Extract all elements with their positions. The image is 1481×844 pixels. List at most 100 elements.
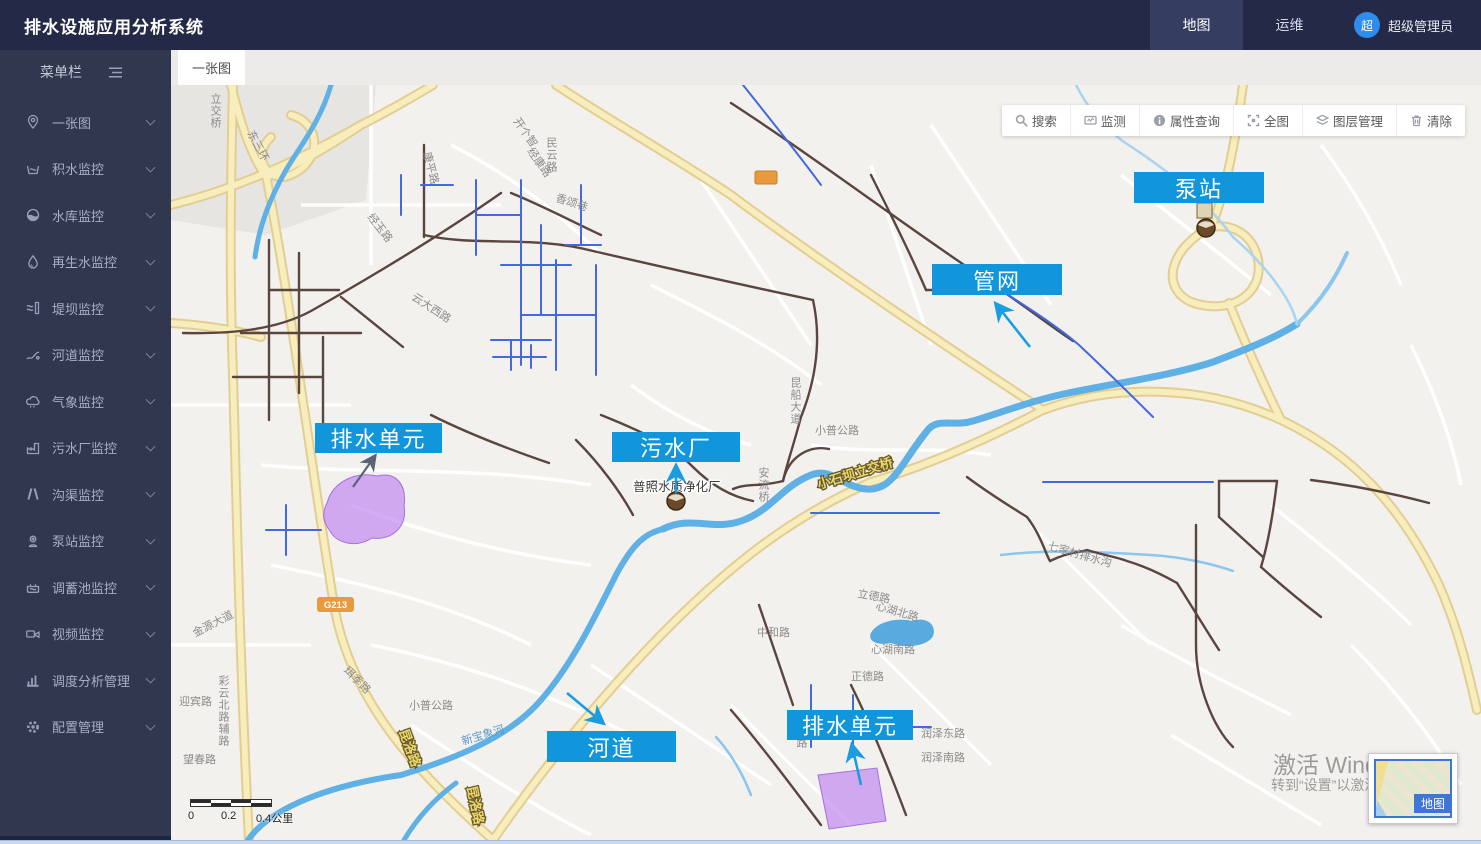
attribute-query-button[interactable]: 属性查询 (1139, 105, 1233, 136)
svg-text:小普公路: 小普公路 (815, 423, 859, 437)
chevron-down-icon (146, 488, 156, 498)
clear-icon (1410, 114, 1423, 127)
sidebar-item-river[interactable]: 河道监控 (0, 332, 171, 379)
sidebar-menu: 一张图 积水监控 水库监控 再生水监控 堤坝监控 河道监控 (0, 99, 171, 750)
svg-text:民云路: 民云路 (545, 137, 558, 173)
collapse-menu-icon[interactable] (108, 66, 123, 79)
bottom-strip (0, 840, 1481, 844)
avatar[interactable]: 超 (1354, 12, 1380, 38)
channel-icon (24, 486, 41, 503)
chevron-down-icon (146, 348, 156, 358)
svg-text:立交桥: 立交桥 (209, 92, 222, 129)
dam-icon (24, 300, 41, 317)
dispatch-analysis-icon (24, 672, 41, 689)
tab-one-map[interactable]: 一张图 (178, 50, 245, 85)
sidebar-item-channel[interactable]: 沟渠监控 (0, 471, 171, 518)
clear-button[interactable]: 清除 (1396, 105, 1465, 136)
user-menu[interactable]: 超 超级管理员 (1354, 12, 1453, 38)
sidebar-item-dam[interactable]: 堤坝监控 (0, 285, 171, 332)
chevron-down-icon (146, 720, 156, 730)
sidebar-item-reservoir[interactable]: 水库监控 (0, 192, 171, 239)
callout-drainage-unit-2[interactable]: 排水单元 (787, 710, 913, 740)
scale-tick-04: 0.4公里 (256, 810, 293, 826)
chevron-down-icon (146, 534, 156, 544)
chevron-down-icon (146, 674, 156, 684)
sewage-plant-icon (24, 439, 41, 456)
sidebar-item-storage-tank[interactable]: 调蓄池监控 (0, 564, 171, 611)
callout-pump-station[interactable]: 泵站 (1134, 172, 1264, 203)
chevron-down-icon (146, 302, 156, 312)
weather-icon (24, 393, 41, 410)
svg-text:小普公路: 小普公路 (409, 698, 453, 712)
chevron-down-icon (146, 581, 156, 591)
chevron-down-icon (146, 627, 156, 637)
sewage-plant-marker[interactable] (667, 492, 685, 510)
callout-pipe-network[interactable]: 管网 (932, 264, 1062, 295)
scale-tick-02: 0.2 (221, 810, 236, 822)
video-icon (24, 625, 41, 642)
chevron-down-icon (146, 395, 156, 405)
chevron-down-icon (146, 255, 156, 265)
monitor-button[interactable]: 监测 (1070, 105, 1139, 136)
svg-text:中和路: 中和路 (757, 626, 790, 639)
sidebar-item-dispatch-analysis[interactable]: 调度分析管理 (0, 657, 171, 704)
chevron-down-icon (146, 162, 156, 172)
road-badge-g213: G213 (324, 600, 347, 611)
header-tab-map[interactable]: 地图 (1150, 0, 1243, 50)
sidebar-item-settings[interactable]: 配置管理 (0, 704, 171, 751)
app-header: 排水设施应用分析系统 地图 运维 超 超级管理员 (0, 0, 1481, 50)
minimap-label[interactable]: 地图 (1414, 794, 1452, 813)
river-icon (24, 346, 41, 363)
chevron-down-icon (146, 116, 156, 126)
content-tab-bar: 一张图 (171, 50, 1481, 85)
svg-text:望春路: 望春路 (183, 753, 216, 766)
map-view[interactable]: G213 立交桥 东三环 经玉路 康平路 经康路 开个智 民云路 香颂巷 云大西… (171, 85, 1481, 840)
svg-text:润泽南路: 润泽南路 (921, 750, 965, 764)
drainage-analysis-app: 排水设施应用分析系统 地图 运维 超 超级管理员 菜单栏 一张图 积水监控 (0, 0, 1481, 844)
svg-text:润泽东路: 润泽东路 (921, 726, 965, 740)
sidebar-item-recycled-water[interactable]: 再生水监控 (0, 239, 171, 286)
callout-drainage-unit-1[interactable]: 排水单元 (315, 423, 442, 453)
scale-tick-0: 0 (188, 810, 194, 822)
map-icon (24, 114, 41, 131)
sidebar-item-one-map[interactable]: 一张图 (0, 99, 171, 146)
sidebar-title: 菜单栏 (40, 62, 82, 82)
sidebar-item-waterlogging[interactable]: 积水监控 (0, 146, 171, 193)
sidebar-item-pump-station[interactable]: 泵站监控 (0, 518, 171, 565)
attribute-query-icon (1153, 114, 1166, 127)
search-icon (1015, 114, 1028, 127)
monitor-icon (1084, 114, 1097, 127)
full-extent-icon (1247, 114, 1260, 127)
bottom-strip-dark (0, 836, 171, 840)
svg-text:昆船大道: 昆船大道 (789, 377, 802, 425)
full-extent-button[interactable]: 全图 (1233, 105, 1302, 136)
callout-river[interactable]: 河道 (547, 731, 676, 762)
app-title: 排水设施应用分析系统 (24, 13, 204, 38)
svg-text:正德路: 正德路 (851, 669, 884, 683)
chevron-down-icon (146, 441, 156, 451)
svg-text:心湖南路: 心湖南路 (871, 643, 915, 656)
sidebar-item-sewage-plant[interactable]: 污水厂监控 (0, 425, 171, 472)
svg-text:彩云北路辅路: 彩云北路辅路 (217, 675, 230, 747)
storage-tank-icon (24, 579, 41, 596)
map-scale-bar: 0 0.2 0.4公里 (190, 799, 310, 824)
sidebar-item-video[interactable]: 视频监控 (0, 611, 171, 658)
settings-icon (24, 718, 41, 735)
waterlogging-icon (24, 160, 41, 177)
header-tab-ops[interactable]: 运维 (1243, 0, 1336, 50)
chevron-down-icon (146, 209, 156, 219)
user-name: 超级管理员 (1388, 16, 1453, 35)
overview-minimap[interactable]: 地图 (1368, 753, 1458, 824)
svg-text:安流桥: 安流桥 (757, 466, 770, 503)
callout-sewage-plant[interactable]: 污水厂 (612, 432, 740, 462)
pump-station-icon (24, 532, 41, 549)
layer-manager-button[interactable]: 图层管理 (1302, 105, 1396, 136)
reservoir-icon (24, 207, 41, 224)
recycled-water-icon (24, 253, 41, 270)
sidebar-item-weather[interactable]: 气象监控 (0, 378, 171, 425)
svg-text:迎宾路: 迎宾路 (179, 694, 212, 708)
sidebar: 菜单栏 一张图 积水监控 水库监控 再生水监控 (0, 50, 171, 840)
map-toolbar: 搜索 监测 属性查询 全图 图层管理 清除 (1002, 105, 1465, 136)
layer-manager-icon (1316, 114, 1329, 127)
search-button[interactable]: 搜索 (1002, 105, 1070, 136)
